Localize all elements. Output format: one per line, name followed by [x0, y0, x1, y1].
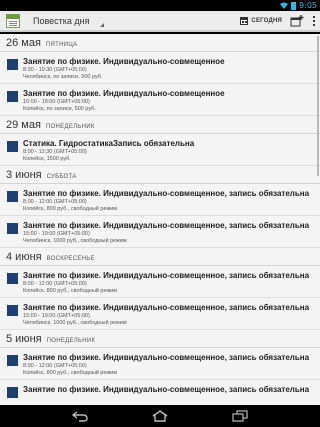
event-location: Копейск, 1500 руб. [23, 156, 71, 162]
more-vert-icon [313, 15, 315, 26]
day-weekday: ПОНЕДЕЛЬНИК [46, 338, 96, 344]
agenda-event[interactable]: Занятие по физике. Индивидуально-совмеще… [0, 84, 320, 116]
agenda-event[interactable]: Занятие по физике. Индивидуально-совмеще… [0, 184, 320, 216]
view-mode-spinner[interactable]: Повестка дня [33, 10, 104, 31]
day-weekday: ПЯТНИЦА [45, 42, 78, 48]
day-date: 29 мая [6, 119, 41, 131]
recent-apps-button[interactable] [230, 409, 250, 423]
calendar-color-swatch [7, 305, 18, 316]
calendar-color-swatch [7, 387, 18, 398]
event-title: Занятие по физике. Индивидуально-совмеще… [23, 189, 310, 198]
overflow-menu-button[interactable] [308, 10, 320, 31]
calendar-color-swatch [7, 59, 18, 70]
action-bar: Повестка дня СЕГОДНЯ [0, 11, 320, 32]
recent-apps-icon [232, 410, 248, 422]
event-location: Копейск, по записи, 500 руб. [23, 106, 96, 112]
new-event-button[interactable] [286, 10, 308, 31]
back-icon [71, 411, 88, 422]
agenda-list[interactable]: 26 мая ПЯТНИЦА Занятие по физике. Индиви… [0, 34, 320, 405]
navigation-bar [0, 405, 320, 427]
event-title: Занятие по физике. Индивидуально-совмеще… [23, 353, 310, 362]
calendar-app-icon[interactable] [5, 13, 23, 29]
day-date: 4 июня [6, 251, 42, 263]
event-time: 8:00 - 12:00 (GMT+05:00) [23, 281, 87, 287]
event-location: Челябинск, по записи, 500 руб. [23, 74, 103, 80]
event-title: Статика. ГидростатикаЗапись обязательна [23, 139, 195, 148]
spinner-triangle-icon [99, 23, 104, 27]
day-header: 29 мая ПОНЕДЕЛЬНИК [0, 116, 320, 134]
agenda-event[interactable]: Занятие по физике. Индивидуально-совмеще… [0, 52, 320, 84]
event-title: Занятие по физике. Индивидуально-совмеще… [23, 271, 310, 280]
event-title: Занятие по физике. Индивидуально-совмеще… [23, 89, 225, 98]
event-time: 15:00 - 19:00 (GMT+05:00) [23, 313, 90, 319]
home-icon [152, 410, 168, 422]
event-title: Занятие по физике. Индивидуально-совмеще… [23, 57, 225, 66]
event-time: 8:00 - 12:00 (GMT+05:00) [23, 363, 87, 369]
event-location: Челябинск, 1000 руб., свободный режим [23, 320, 127, 326]
calendar-color-swatch [7, 191, 18, 202]
agenda-event[interactable]: Занятие по физике. Индивидуально-совмеще… [0, 380, 320, 405]
calendar-color-swatch [7, 141, 18, 152]
calendar-color-swatch [7, 355, 18, 366]
day-weekday: СУББОТА [46, 174, 77, 180]
day-date: 3 июня [6, 169, 42, 181]
add-event-icon [290, 14, 304, 26]
event-time: 16:00 - 18:00 (GMT+05:00) [23, 99, 90, 105]
today-label: СЕГОДНЯ [251, 17, 282, 24]
day-header: 26 мая ПЯТНИЦА [0, 34, 320, 52]
agenda-event[interactable]: Занятие по физике. Индивидуально-совмеще… [0, 266, 320, 298]
calendar-color-swatch [7, 273, 18, 284]
day-weekday: ПОНЕДЕЛЬНИК [45, 124, 95, 130]
day-weekday: ВОСКРЕСЕНЬЕ [46, 256, 95, 262]
event-location: Копейск, 800 руб., свободный режим [23, 288, 117, 294]
event-location: Копейск, 800 руб., свободный режим [23, 206, 117, 212]
event-location: Копейск, 800 руб., свободный режим [23, 370, 117, 376]
day-header: 3 июня СУББОТА [0, 166, 320, 184]
wifi-icon [280, 2, 289, 9]
calendar-color-swatch [7, 223, 18, 234]
event-time: 8:00 - 12:00 (GMT+05:00) [23, 199, 87, 205]
event-time: 8:30 - 10:30 (GMT+05:00) [23, 67, 87, 73]
agenda-event[interactable]: Занятие по физике. Индивидуально-совмеще… [0, 348, 320, 380]
status-time: 9:05 [299, 1, 317, 10]
home-button[interactable] [150, 409, 170, 423]
agenda-event[interactable]: Статика. ГидростатикаЗапись обязательна … [0, 134, 320, 166]
agenda-event[interactable]: Занятие по физике. Индивидуально-совмеще… [0, 298, 320, 330]
list-scrollbar[interactable] [317, 36, 319, 176]
agenda-event[interactable]: Занятие по физике. Индивидуально-совмеще… [0, 216, 320, 248]
day-header: 5 июня ПОНЕДЕЛЬНИК [0, 330, 320, 348]
view-mode-label: Повестка дня [33, 15, 90, 26]
event-time: 15:00 - 19:00 (GMT+05:00) [23, 231, 90, 237]
event-title: Занятие по физике. Индивидуально-совмеще… [23, 303, 310, 312]
battery-icon [291, 1, 297, 10]
event-location: Челябинск, 1000 руб., свободный режим [23, 238, 127, 244]
day-header: 4 июня ВОСКРЕСЕНЬЕ [0, 248, 320, 266]
calendar-color-swatch [7, 91, 18, 102]
event-time: 8:00 - 12:30 (GMT+05:00) [23, 149, 87, 155]
event-title: Занятие по физике. Индивидуально-совмеще… [23, 221, 310, 230]
day-date: 5 июня [6, 333, 42, 345]
calendar-today-icon [240, 16, 249, 25]
back-button[interactable] [70, 409, 90, 423]
event-title: Занятие по физике. Индивидуально-совмеще… [23, 385, 310, 394]
day-date: 26 мая [6, 37, 41, 49]
today-button[interactable]: СЕГОДНЯ [236, 10, 286, 31]
